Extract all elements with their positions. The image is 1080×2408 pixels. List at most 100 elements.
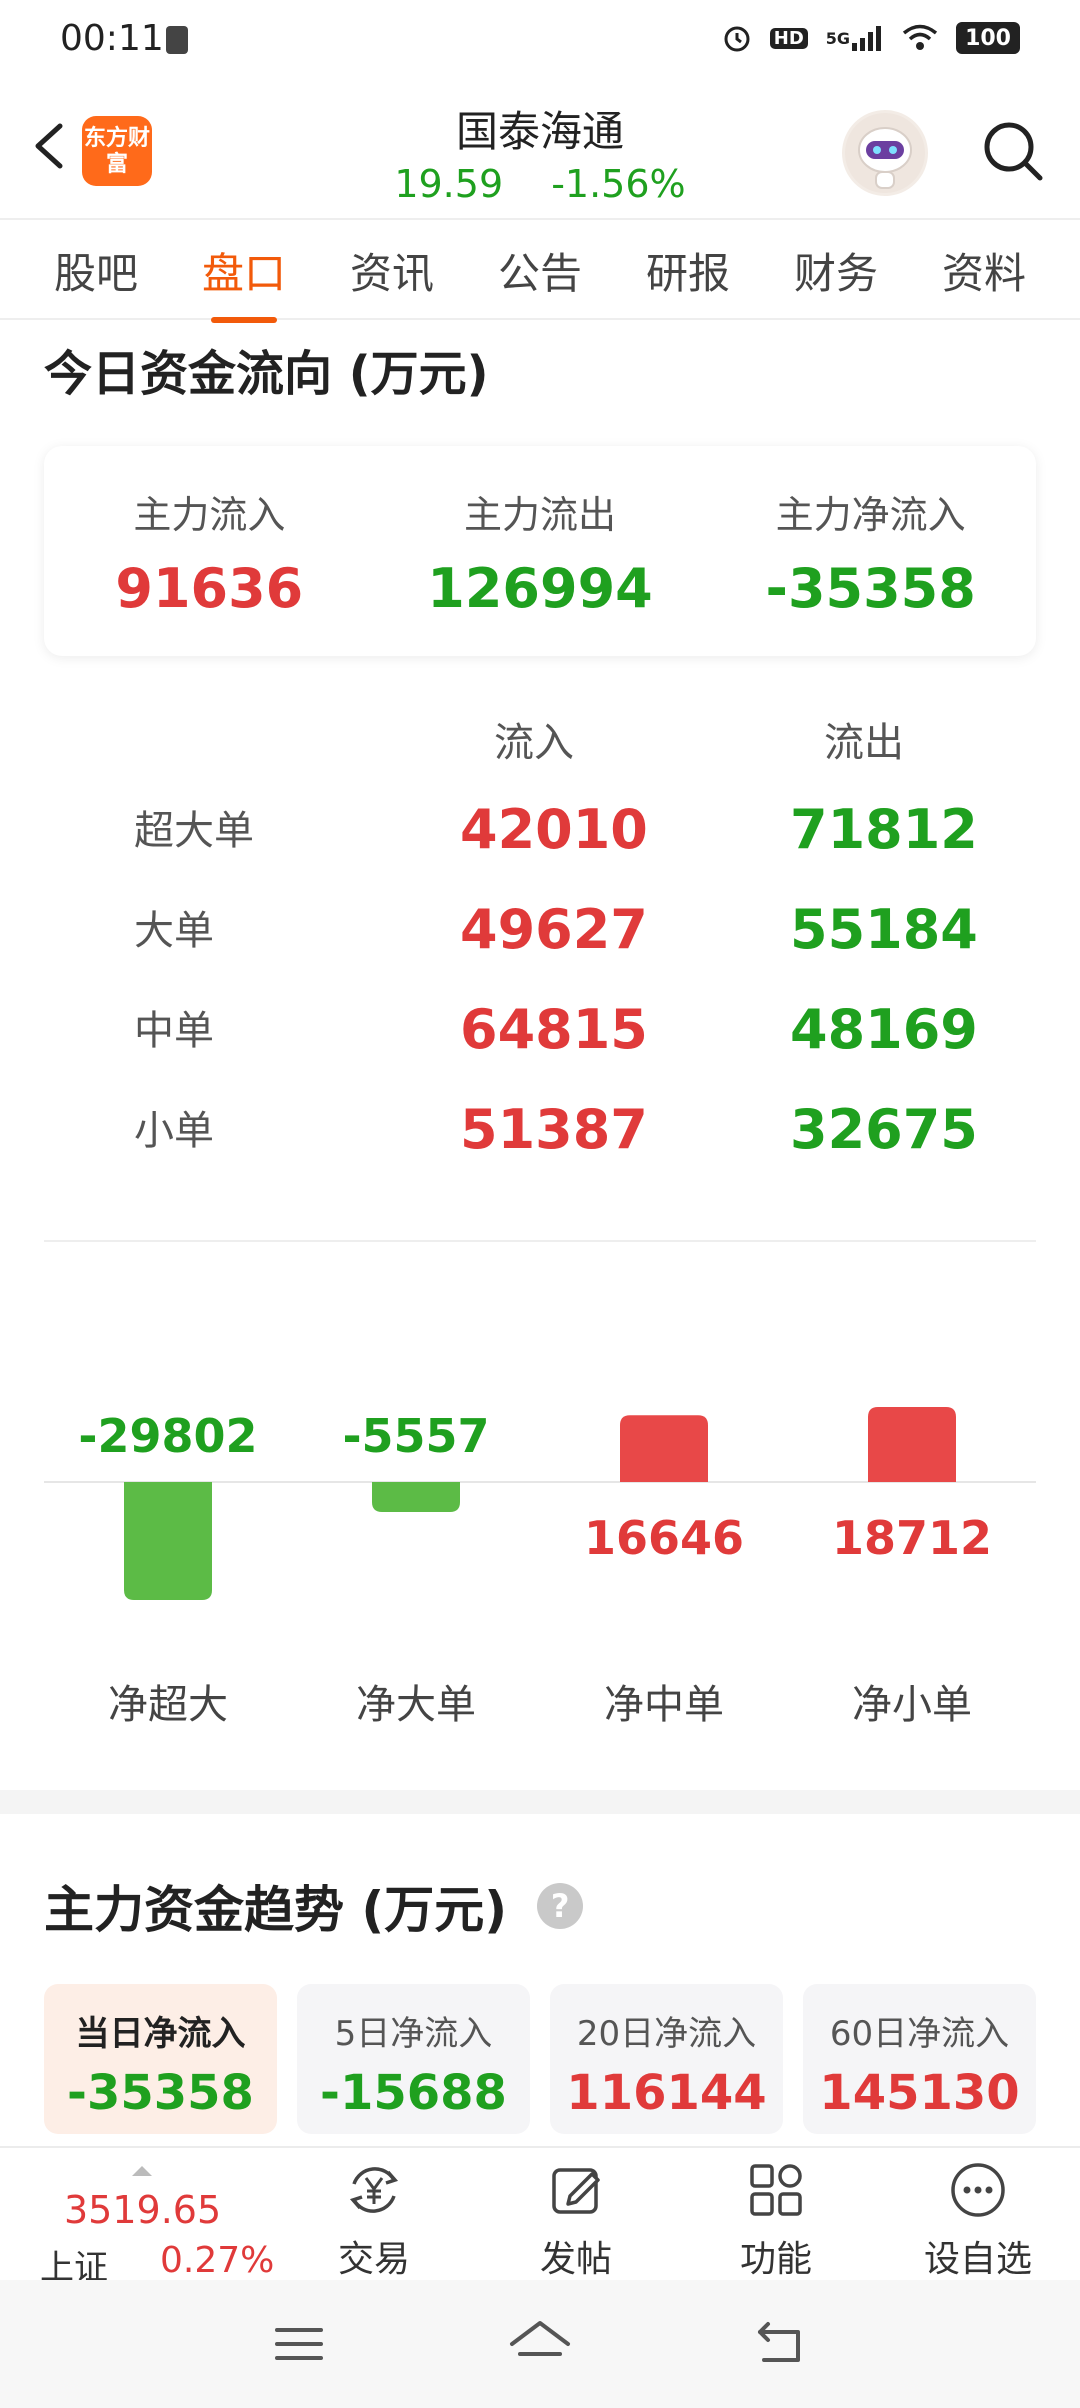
cell-signal-icon: 5G (826, 25, 884, 51)
chart-bar (868, 1407, 956, 1482)
summary-value: 91636 (115, 557, 304, 620)
grid-icon (750, 2164, 802, 2216)
summary-main-outflow: 主力流出 126994 (375, 446, 706, 656)
table-header: 流入 流出 (0, 700, 1080, 780)
row-inflow: 51387 (460, 1098, 648, 1161)
hd-icon: HD (769, 27, 808, 49)
trend-card-value: -15688 (320, 2065, 507, 2121)
row-inflow: 42010 (460, 798, 648, 861)
trend-card-label: 60日净流入 (829, 2014, 1010, 2054)
trend-card-5d[interactable]: 5日净流入 -15688 (297, 1984, 530, 2134)
table-row: 大单 49627 55184 (0, 880, 1080, 980)
trend-card-label: 20日净流入 (576, 2014, 757, 2054)
stock-change-pct: -1.56% (551, 162, 686, 206)
table-row: 中单 64815 48169 (0, 980, 1080, 1080)
chart-category-label: 净小单 (852, 1682, 972, 1728)
chart-data-label: 18712 (832, 1511, 992, 1565)
wifi-icon (902, 24, 938, 52)
summary-value: -35358 (765, 557, 976, 620)
header-outflow: 流出 (824, 720, 904, 766)
system-navigation-bar (0, 2280, 1080, 2408)
row-outflow: 55184 (790, 898, 978, 961)
trend-card-20d[interactable]: 20日净流入 116144 (550, 1984, 783, 2134)
tab-profile[interactable]: 资料 (928, 240, 1040, 301)
tab-news[interactable]: 资讯 (336, 240, 448, 301)
header-inflow: 流入 (494, 720, 574, 766)
chart-category-label: 净大单 (356, 1682, 476, 1728)
functions-label: 功能 (739, 2239, 812, 2280)
robot-icon (845, 113, 925, 193)
trend-card-today[interactable]: 当日净流入 -35358 (44, 1984, 277, 2134)
market-index-widget[interactable]: 3519.65 上证 0.27% (40, 2162, 280, 2288)
row-label: 大单 (134, 908, 214, 954)
trend-card-value: 145130 (819, 2065, 1020, 2121)
edit-icon (552, 2168, 600, 2214)
stock-price: 19.59 (394, 162, 504, 206)
trend-card-value: -35358 (67, 2065, 254, 2121)
row-outflow: 71812 (790, 798, 978, 861)
fund-flow-title: 今日资金流向 (万元) (44, 346, 489, 402)
index-value: 3519.65 (64, 2188, 222, 2232)
trade-button[interactable]: 交易 (304, 2158, 444, 2280)
search-icon (984, 122, 1043, 181)
trend-title-text: 主力资金趋势 (万元) (44, 1881, 508, 1939)
table-row: 超大单 42010 71812 (0, 780, 1080, 880)
trend-card-label: 5日净流入 (334, 2014, 493, 2054)
divider (44, 1240, 1036, 1242)
chart-data-label: -5557 (342, 1409, 489, 1463)
more-icon (951, 2163, 1005, 2217)
question-icon[interactable]: ? (537, 1883, 584, 1929)
summary-main-inflow: 主力流入 91636 (44, 446, 375, 656)
status-time: 00:11 (60, 18, 164, 59)
post-button[interactable]: 发帖 (506, 2158, 646, 2280)
tab-research[interactable]: 研报 (632, 240, 744, 301)
summary-main-net: 主力净流入 -35358 (705, 446, 1036, 656)
section-gap (0, 1790, 1080, 1814)
add-watchlist-button[interactable]: 设自选 (908, 2158, 1048, 2280)
net-flow-chart-svg: -29802 净超大 -5557 净大单 16646 净中单 18712 净小单 (44, 1407, 1036, 1728)
summary-label: 主力净流入 (775, 493, 966, 537)
row-outflow: 32675 (790, 1098, 978, 1161)
trend-card-value: 116144 (566, 2065, 767, 2121)
caret-up-icon (132, 2166, 152, 2176)
net-flow-chart: -29802 净超大 -5557 净大单 16646 净中单 18712 净小单 (44, 1300, 1036, 1740)
clipboard-icon (166, 26, 188, 54)
order-size-table: 流入 流出 超大单 42010 71812 大单 49627 55184 中单 … (0, 700, 1080, 1180)
functions-button[interactable]: 功能 (706, 2158, 846, 2280)
chart-data-label: 16646 (584, 1511, 744, 1565)
trade-label: 交易 (337, 2239, 410, 2280)
signal-label: 5G (825, 28, 851, 48)
row-label: 小单 (134, 1108, 214, 1154)
home-icon[interactable] (508, 2318, 572, 2368)
tab-bar: 股吧 盘口 资讯 公告 研报 财务 资料 (0, 222, 1080, 320)
battery-icon: 100 (956, 22, 1020, 54)
row-label: 中单 (134, 1008, 214, 1054)
status-bar: 00:11 HD 5G 100 (0, 0, 1080, 80)
menu-icon[interactable] (274, 2324, 324, 2364)
assistant-avatar[interactable] (842, 110, 928, 196)
alarm-icon (722, 23, 752, 53)
table-row: 小单 51387 32675 (0, 1080, 1080, 1180)
index-change: 0.27% (160, 2240, 275, 2281)
chart-category-label: 净中单 (604, 1682, 724, 1728)
trend-cards: 当日净流入 -35358 5日净流入 -15688 20日净流入 116144 … (44, 1984, 1036, 2134)
row-inflow: 49627 (460, 898, 648, 961)
trend-card-60d[interactable]: 60日净流入 145130 (803, 1984, 1036, 2134)
tab-announcements[interactable]: 公告 (484, 240, 596, 301)
row-inflow: 64815 (460, 998, 648, 1061)
chart-bar (124, 1482, 212, 1600)
stock-header: 东方财富 国泰海通 19.59 -1.56% (0, 80, 1080, 220)
search-button[interactable] (978, 116, 1048, 186)
tab-pankou[interactable]: 盘口 (188, 240, 300, 301)
row-label: 超大单 (134, 808, 254, 854)
summary-value: 126994 (427, 557, 653, 620)
back-nav-icon[interactable] (754, 2318, 808, 2368)
row-outflow: 48169 (790, 998, 978, 1061)
tab-guba[interactable]: 股吧 (40, 240, 152, 301)
post-label: 发帖 (539, 2239, 612, 2280)
tab-finance[interactable]: 财务 (780, 240, 892, 301)
yen-exchange-icon (349, 2167, 399, 2213)
trend-title: 主力资金趋势 (万元) ? (44, 1870, 584, 1942)
system-icons: HD 5G 100 (722, 22, 1020, 54)
summary-label: 主力流入 (133, 493, 286, 537)
